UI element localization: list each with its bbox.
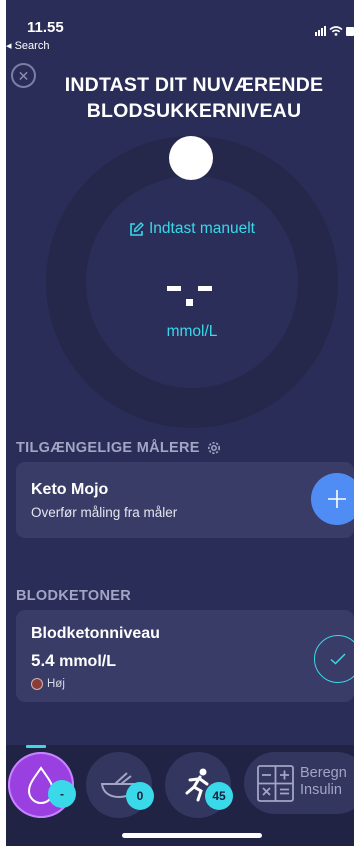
blood-ketones-heading: BLODKETONER	[16, 588, 131, 604]
manual-entry-label: Indtast manuelt	[149, 220, 255, 237]
ketone-card[interactable]: Blodketonniveau 5.4 mmol/L Høj	[16, 610, 354, 702]
food-badge: 0	[126, 782, 154, 810]
ketone-status-label: Høj	[47, 678, 65, 690]
status-icons	[315, 26, 354, 36]
glucose-unit: mmol/L	[166, 323, 218, 340]
home-indicator[interactable]	[122, 833, 262, 838]
dial-knob-handle[interactable]	[169, 136, 213, 180]
available-meters-label: TILGÆNGELIGE MÅLERE	[16, 440, 200, 456]
glucose-badge: -	[48, 780, 76, 808]
meter-card-keto-mojo[interactable]: Keto Mojo Overfør måling fra måler	[16, 462, 354, 538]
wifi-icon	[329, 26, 343, 36]
calculator-icon	[257, 765, 294, 802]
ketone-unit: mmol/L	[59, 653, 116, 670]
active-tab-indicator	[26, 745, 46, 748]
blood-ketones-label: BLODKETONER	[16, 588, 132, 604]
calculate-insulin-label: Beregn Insulin	[300, 765, 347, 799]
status-high-dot	[31, 678, 43, 690]
ketone-number: 5.4	[31, 651, 55, 670]
manual-entry-link[interactable]: Indtast manuelt	[46, 220, 338, 238]
activity-badge: 45	[205, 782, 233, 810]
calculate-label-line2: Insulin	[300, 782, 342, 798]
calculate-label-line1: Beregn	[300, 765, 347, 781]
plus-icon	[328, 490, 346, 508]
available-meters-heading: TILGÆNGELIGE MÅLERE	[16, 440, 222, 456]
glucose-dial[interactable]: Indtast manuelt mmol/L	[46, 136, 338, 428]
signal-icon	[315, 26, 326, 36]
glucose-reading-placeholder	[167, 284, 215, 306]
meter-name: Keto Mojo	[31, 481, 109, 498]
add-meter-button[interactable]	[311, 473, 354, 525]
tab-calculate-insulin[interactable]: Beregn Insulin	[244, 752, 354, 814]
ketone-status: Høj	[31, 678, 65, 690]
edit-icon	[129, 221, 144, 237]
back-to-search-link[interactable]: ◂ Search	[6, 39, 49, 52]
ketone-title: Blodketonniveau	[31, 625, 160, 642]
confirm-ketone-button[interactable]	[314, 635, 354, 683]
close-button[interactable]: ✕	[11, 63, 36, 88]
app-screen: 11.55 ◂ Search ✕ INDTAST DIT NUVÆRENDE B…	[6, 0, 354, 846]
page-title: INDTAST DIT NUVÆRENDE BLODSUKKERNIVEAU	[64, 74, 324, 122]
status-time: 11.55	[27, 19, 64, 36]
check-icon	[330, 653, 346, 665]
ketone-value: 5.4 mmol/L	[31, 651, 116, 671]
battery-icon	[346, 26, 354, 36]
tab-activity[interactable]: 45	[165, 752, 233, 818]
meter-description: Overfør måling fra måler	[31, 505, 178, 520]
gear-icon[interactable]	[206, 440, 222, 456]
close-icon: ✕	[17, 67, 30, 84]
dial-inner-circle	[86, 176, 298, 388]
tab-glucose[interactable]: -	[8, 752, 76, 818]
tab-food[interactable]: 0	[86, 752, 154, 818]
